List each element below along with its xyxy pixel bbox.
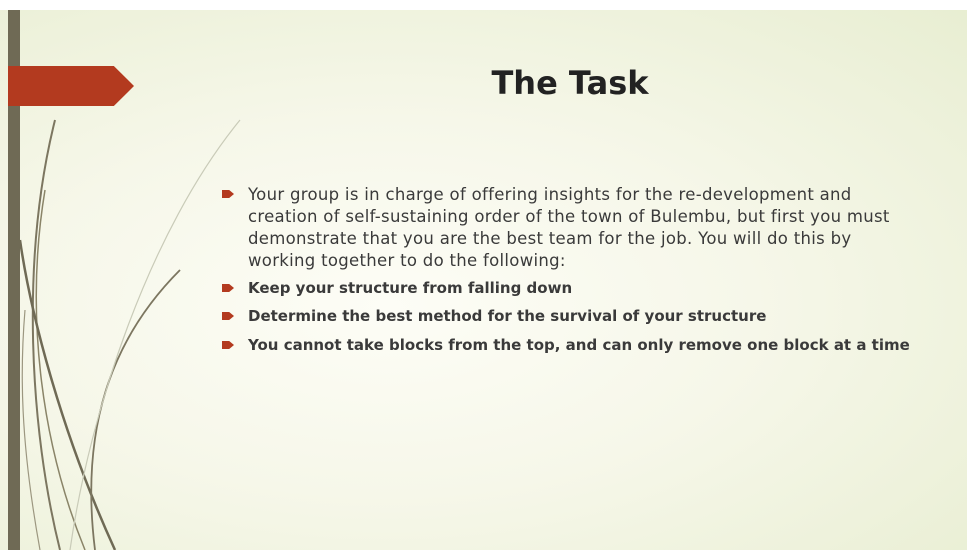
arrow-bullet-icon [222,284,234,292]
bullet-text: Determine the best method for the surviv… [248,307,767,325]
bullet-list: Your group is in charge of offering insi… [222,184,912,363]
arrow-bullet-icon [222,190,234,198]
bullet-text: Keep your structure from falling down [248,279,573,297]
bullet-item: You cannot take blocks from the top, and… [222,335,912,355]
bullet-item: Your group is in charge of offering insi… [222,184,912,272]
slide: The Task Your group is in charge of offe… [0,10,967,550]
slide-title: The Task [491,64,649,102]
bullet-text: Your group is in charge of offering insi… [248,185,890,270]
arrow-bullet-icon [222,312,234,320]
bullet-text: You cannot take blocks from the top, and… [248,336,910,354]
bullet-item: Determine the best method for the surviv… [222,306,912,326]
arrow-bullet-icon [222,341,234,349]
arrow-tab-icon [8,66,134,106]
bullet-item: Keep your structure from falling down [222,278,912,298]
